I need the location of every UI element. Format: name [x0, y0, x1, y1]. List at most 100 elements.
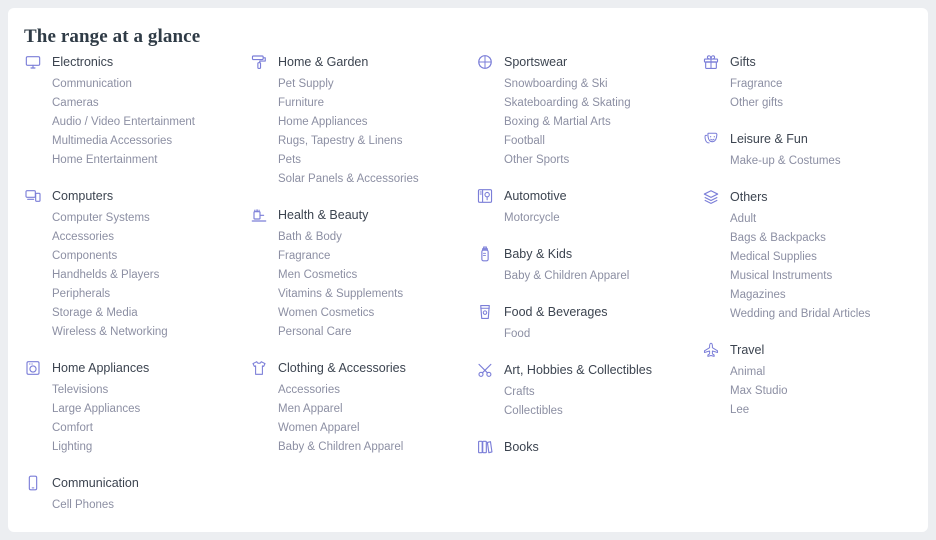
subcategory-link[interactable]: Furniture	[244, 94, 470, 113]
category-group: Leisure & Fun Make-up & Costumes	[696, 129, 922, 171]
category-group-label: Sportswear	[504, 55, 568, 69]
subcategory-link[interactable]: Crafts	[470, 383, 696, 402]
subcategory-link[interactable]: Lee	[696, 401, 922, 420]
category-group-link[interactable]: Leisure & Fun	[696, 129, 922, 149]
subcategory-link[interactable]: Wireless & Networking	[18, 323, 244, 342]
subcategory-list: Fragrance Other gifts	[696, 75, 922, 113]
paint-roller-icon	[251, 54, 267, 70]
subcategory-link[interactable]: Communication	[18, 75, 244, 94]
airplane-icon	[703, 342, 719, 358]
subcategory-link[interactable]: Snowboarding & Ski	[470, 75, 696, 94]
subcategory-link[interactable]: Multimedia Accessories	[18, 132, 244, 151]
car-door-icon	[477, 188, 493, 204]
subcategory-link[interactable]: Men Apparel	[244, 400, 470, 419]
subcategory-link[interactable]: Make-up & Costumes	[696, 152, 922, 171]
category-column: Sportswear Snowboarding & Ski Skateboardin…	[470, 52, 696, 460]
subcategory-link[interactable]: Motorcycle	[470, 209, 696, 228]
baby-bottle-icon	[477, 246, 493, 262]
subcategory-link[interactable]: Televisions	[18, 381, 244, 400]
category-group-label: Food & Beverages	[504, 305, 608, 319]
subcategory-link[interactable]: Magazines	[696, 286, 922, 305]
gift-icon	[703, 54, 719, 70]
subcategory-link[interactable]: Other gifts	[696, 94, 922, 113]
subcategory-link[interactable]: Computer Systems	[18, 209, 244, 228]
subcategory-link[interactable]: Handhelds & Players	[18, 266, 244, 285]
subcategory-link[interactable]: Accessories	[18, 228, 244, 247]
theater-masks-icon	[703, 131, 719, 147]
subcategory-link[interactable]: Components	[18, 247, 244, 266]
subcategory-list: Bath & Body Fragrance Men Cosmetics Vitamin…	[244, 228, 470, 342]
subcategory-link[interactable]: Solar Panels & Accessories	[244, 170, 470, 189]
category-group-link[interactable]: Books	[470, 437, 696, 457]
subcategory-link[interactable]: Adult	[696, 210, 922, 229]
category-group-link[interactable]: Automotive	[470, 186, 696, 206]
category-group-link[interactable]: Baby & Kids	[470, 244, 696, 264]
category-group: Automotive Motorcycle	[470, 186, 696, 228]
category-group-link[interactable]: Computers	[18, 186, 244, 206]
subcategory-link[interactable]: Bath & Body	[244, 228, 470, 247]
category-group-link[interactable]: Home Appliances	[18, 358, 244, 378]
category-group-link[interactable]: Travel	[696, 340, 922, 360]
subcategory-link[interactable]: Baby & Children Apparel	[244, 438, 470, 457]
category-column: Electronics Communication Cameras Audio / V…	[18, 52, 244, 515]
subcategory-link[interactable]: Musical Instruments	[696, 267, 922, 286]
subcategory-list: Baby & Children Apparel	[470, 267, 696, 286]
subcategory-link[interactable]: Fragrance	[696, 75, 922, 94]
subcategory-link[interactable]: Personal Care	[244, 323, 470, 342]
subcategory-link[interactable]: Boxing & Martial Arts	[470, 113, 696, 132]
subcategory-link[interactable]: Comfort	[18, 419, 244, 438]
category-group-label: Clothing & Accessories	[278, 361, 406, 375]
subcategory-link[interactable]: Bags & Backpacks	[696, 229, 922, 248]
page-title: The range at a glance	[24, 26, 201, 47]
subcategory-list: Computer Systems Accessories Components Han…	[18, 209, 244, 342]
subcategory-link[interactable]: Storage & Media	[18, 304, 244, 323]
category-group-link[interactable]: Communication	[18, 473, 244, 493]
subcategory-link[interactable]: Pet Supply	[244, 75, 470, 94]
category-group-link[interactable]: Electronics	[18, 52, 244, 72]
category-group-label: Baby & Kids	[504, 247, 573, 261]
computers-icon	[25, 188, 41, 204]
subcategory-link[interactable]: Rugs, Tapestry & Linens	[244, 132, 470, 151]
category-group-link[interactable]: Sportswear	[470, 52, 696, 72]
subcategory-link[interactable]: Cell Phones	[18, 496, 244, 515]
subcategory-link[interactable]: Max Studio	[696, 382, 922, 401]
subcategory-link[interactable]: Food	[470, 325, 696, 344]
subcategory-link[interactable]: Animal	[696, 363, 922, 382]
washing-machine-icon	[25, 360, 41, 376]
category-group-label: Others	[730, 190, 768, 204]
category-group-link[interactable]: Home & Garden	[244, 52, 470, 72]
subcategory-link[interactable]: Home Appliances	[244, 113, 470, 132]
subcategory-link[interactable]: Wedding and Bridal Articles	[696, 305, 922, 324]
subcategory-link[interactable]: Medical Supplies	[696, 248, 922, 267]
subcategory-link[interactable]: Peripherals	[18, 285, 244, 304]
category-group-link[interactable]: Art, Hobbies & Collectibles	[470, 360, 696, 380]
subcategory-link[interactable]: Collectibles	[470, 402, 696, 421]
subcategory-link[interactable]: Audio / Video Entertainment	[18, 113, 244, 132]
books-icon	[477, 439, 493, 455]
category-group-link[interactable]: Food & Beverages	[470, 302, 696, 322]
category-group: Sportswear Snowboarding & Ski Skateboardin…	[470, 52, 696, 170]
subcategory-link[interactable]: Large Appliances	[18, 400, 244, 419]
subcategory-link[interactable]: Baby & Children Apparel	[470, 267, 696, 286]
subcategory-link[interactable]: Skateboarding & Skating	[470, 94, 696, 113]
subcategory-link[interactable]: Women Cosmetics	[244, 304, 470, 323]
category-group-link[interactable]: Gifts	[696, 52, 922, 72]
category-group-link[interactable]: Health & Beauty	[244, 205, 470, 225]
subcategory-link[interactable]: Home Entertainment	[18, 151, 244, 170]
subcategory-link[interactable]: Other Sports	[470, 151, 696, 170]
subcategory-link[interactable]: Football	[470, 132, 696, 151]
category-group: Books	[470, 437, 696, 457]
category-group-label: Automotive	[504, 189, 567, 203]
subcategory-link[interactable]: Cameras	[18, 94, 244, 113]
subcategory-link[interactable]: Women Apparel	[244, 419, 470, 438]
subcategory-link[interactable]: Pets	[244, 151, 470, 170]
subcategory-link[interactable]: Accessories	[244, 381, 470, 400]
subcategory-link[interactable]: Lighting	[18, 438, 244, 457]
subcategory-link[interactable]: Fragrance	[244, 247, 470, 266]
category-group-label: Travel	[730, 343, 765, 357]
category-group-link[interactable]: Clothing & Accessories	[244, 358, 470, 378]
subcategory-link[interactable]: Men Cosmetics	[244, 266, 470, 285]
subcategory-link[interactable]: Vitamins & Supplements	[244, 285, 470, 304]
category-group-link[interactable]: Others	[696, 187, 922, 207]
subcategory-list: Snowboarding & Ski Skateboarding & Skatin…	[470, 75, 696, 170]
